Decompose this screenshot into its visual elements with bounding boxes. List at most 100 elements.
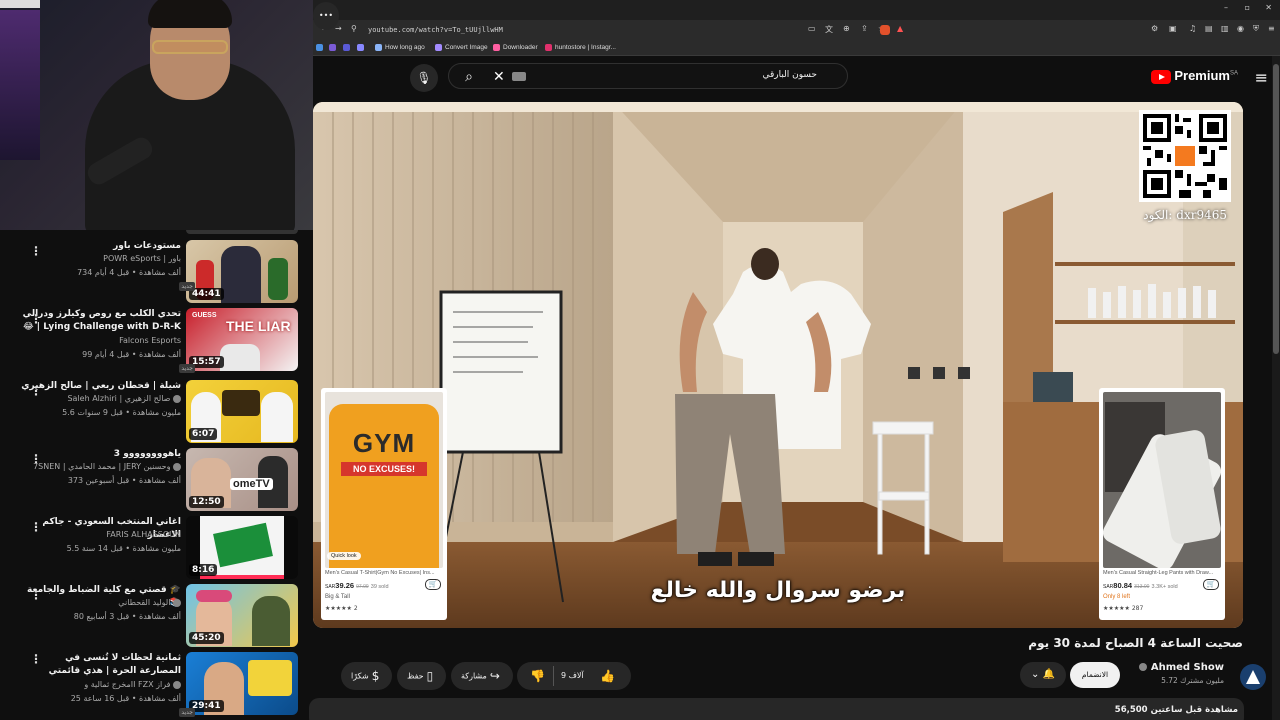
video-thumbnail[interactable]: 45:20 [186,584,298,647]
more-options-icon[interactable]: ⋮ [30,384,42,398]
video-title[interactable]: مستودعات باور [21,240,181,253]
page-scrollbar[interactable] [1272,56,1280,720]
keyboard-icon[interactable] [512,72,526,81]
description-box[interactable] [309,698,1244,720]
sidebar-icon[interactable]: ▣ [1169,24,1177,33]
channel-name-text[interactable]: مخرج ثمالية وII FZX فراز [84,680,170,689]
list-item[interactable]: GUESS THE LIAR 15:57 تحدي الكلب مع روص و… [0,308,313,374]
video-title[interactable]: ياهوووووووو 3 [21,448,181,461]
bookmark-favicon [375,43,382,51]
close-window-button[interactable]: ✕ [1265,3,1272,12]
guide-menu-icon[interactable]: ≡ [1255,68,1268,87]
forward-icon[interactable]: → [335,24,342,33]
product-name[interactable]: Men's Casual Straight-Leg Pants with Dra… [1103,570,1221,576]
list-item[interactable]: 45:20 قصتي مع كلية الضباط والجامعة 🎓📚 ال… [0,584,313,650]
channel-name[interactable]: Ahmed Show [1139,662,1224,673]
join-button[interactable]: الانضمام [1070,662,1120,688]
like-icon[interactable]: 👍 [600,662,615,690]
notifications-button[interactable]: ⌄ 🔔 [1020,662,1066,688]
share-button[interactable]: مشاركة ↪ [451,662,513,690]
share-icon[interactable]: ⇪ [861,24,868,33]
product-image[interactable]: GYM NO EXCUSES! [325,392,443,568]
reading-icon[interactable]: ▤ [1205,24,1213,33]
list-item[interactable]: 6:07 شيلة | قحطان ربعي | صالح الزهيري Sa… [0,380,313,446]
media-icon[interactable]: ♫ [1189,24,1196,33]
like-count[interactable]: 9 آلاف [561,662,584,690]
profile-icon[interactable]: ◉ [1237,24,1244,33]
translate-icon[interactable]: 文 [825,24,833,35]
channel-name-text[interactable]: Saleh Alzhiri | صالح الزهيري [67,394,170,403]
video-thumbnail[interactable]: 6:07 [186,380,298,443]
menu-icon[interactable]: ≡ [1268,24,1275,33]
dislike-icon[interactable]: 👎 [530,662,545,690]
bookmark-icon[interactable] [343,42,353,54]
list-item[interactable]: omeTV 12:50 ياهوووووووو 3 7SNEN | محمد ا… [0,448,313,514]
list-item[interactable]: 29:41 ثمانية لحظات لا تُنسى في المصارعة … [0,652,313,718]
search-input[interactable]: حسون البارقي [448,63,848,89]
bookmark-instagram[interactable]: huntostore | Instagr... [545,42,616,54]
bookmark-icon[interactable] [316,42,326,54]
video-thumbnail[interactable]: omeTV 12:50 [186,448,298,511]
thanks-button[interactable]: شكرًا $ [341,662,393,690]
scrollbar-thumb[interactable] [1273,64,1279,354]
bookmark-icon[interactable] [329,42,339,54]
list-item[interactable]: 8:16 اغاني المنتخب السعودي - جاكم الاعصا… [0,516,313,582]
site-info-icon[interactable]: ⚲ [351,24,357,33]
search-query-text[interactable]: حسون البارقي [762,70,817,80]
bookmark-icon[interactable] [357,42,367,54]
zoom-icon[interactable]: ⊕ [843,24,850,33]
video-thumbnail[interactable]: 44:41 [186,240,298,303]
vpn-icon[interactable]: ⛨ [1253,24,1259,34]
install-icon[interactable]: ▭ [808,24,816,33]
maximize-button[interactable]: ▫ [1245,3,1250,12]
rewards-icon[interactable]: ▲ [897,24,903,33]
bookmark-convert-image[interactable]: Convert Image [435,42,488,54]
more-options-icon[interactable]: ⋮ [30,520,42,534]
more-actions-button[interactable]: ••• [313,2,339,30]
channel-name[interactable]: POWR eSports | باور [103,254,181,263]
video-title[interactable]: ثمانية لحظات لا تُنسى في المصارعة الحرة … [21,652,181,678]
channel-name-text[interactable]: الوليد القحطاني [118,598,170,607]
more-options-icon[interactable]: ⋮ [30,652,42,666]
bookmark-how-long-ago[interactable]: How long ago [375,42,425,54]
channel-avatar[interactable] [1240,664,1266,690]
search-button[interactable]: ⌕ [455,64,483,90]
video-title[interactable]: تحدي الكلب مع روص وكيلرز ودرالي 😂 | Lyin… [21,308,181,334]
product-name[interactable]: Men's Casual T-Shirt|Gym No Excuses| Ins… [325,570,443,576]
channel-name[interactable]: Falcons Esports [119,336,181,345]
product-card-left[interactable]: GYM NO EXCUSES! Quick look Men's Casual … [321,388,447,620]
channel-name-text[interactable]: 7SNEN | محمد الحامدي | JERY وحسنين [33,462,170,471]
product-card-right[interactable]: Men's Casual Straight-Leg Pants with Dra… [1099,388,1225,620]
video-player[interactable]: الكود: dxr9465 GYM NO EXCUSES! Quick loo… [313,102,1243,628]
url-field[interactable]: youtube.com/watch?v=To_tUUjllwHM [368,24,798,37]
more-options-icon[interactable]: ⋮ [30,244,42,258]
channel-name[interactable]: الوليد القحطاني [118,598,181,607]
channel-name-text[interactable]: Ahmed Show [1151,662,1224,673]
add-to-cart-button[interactable]: 🛒 [425,579,441,590]
channel-name[interactable]: FARIS ALHASSOUN [106,530,181,539]
more-options-icon[interactable]: ⋮ [30,312,42,326]
more-options-icon[interactable]: ⋮ [30,588,42,602]
more-options-icon[interactable]: ⋮ [30,452,42,466]
wallet-icon[interactable]: ▥ [1221,24,1229,33]
save-button[interactable]: حفظ ▯ [397,662,447,690]
list-item[interactable]: 44:41 مستودعات باور POWR eSports | باور … [0,240,313,306]
voice-search-button[interactable]: 🎙 [410,64,438,92]
quick-look-button[interactable]: Quick look [327,552,361,560]
bookmark-downloader[interactable]: Downloader [493,42,538,54]
brave-shield-icon[interactable] [880,25,890,35]
clear-search-icon[interactable]: ✕ [493,64,505,90]
video-thumbnail[interactable]: 29:41 [186,652,298,715]
video-thumbnail[interactable]: 8:16 [186,516,298,579]
video-thumbnail[interactable]: GUESS THE LIAR 15:57 [186,308,298,371]
video-title[interactable]: شيلة | قحطان ربعي | صالح الزهيري [21,380,181,393]
channel-name[interactable]: مخرج ثمالية وII FZX فراز [84,680,181,689]
channel-name[interactable]: Saleh Alzhiri | صالح الزهيري [67,394,181,403]
add-to-cart-button[interactable]: 🛒 [1203,579,1219,590]
minimize-button[interactable]: – [1224,3,1228,12]
qr-pattern [1143,114,1227,198]
channel-name[interactable]: 7SNEN | محمد الحامدي | JERY وحسنين [33,462,181,471]
product-image[interactable] [1103,392,1221,568]
extensions-icon[interactable]: ⚙ [1151,24,1158,33]
youtube-premium-logo[interactable]: PremiumSA [1151,68,1238,86]
